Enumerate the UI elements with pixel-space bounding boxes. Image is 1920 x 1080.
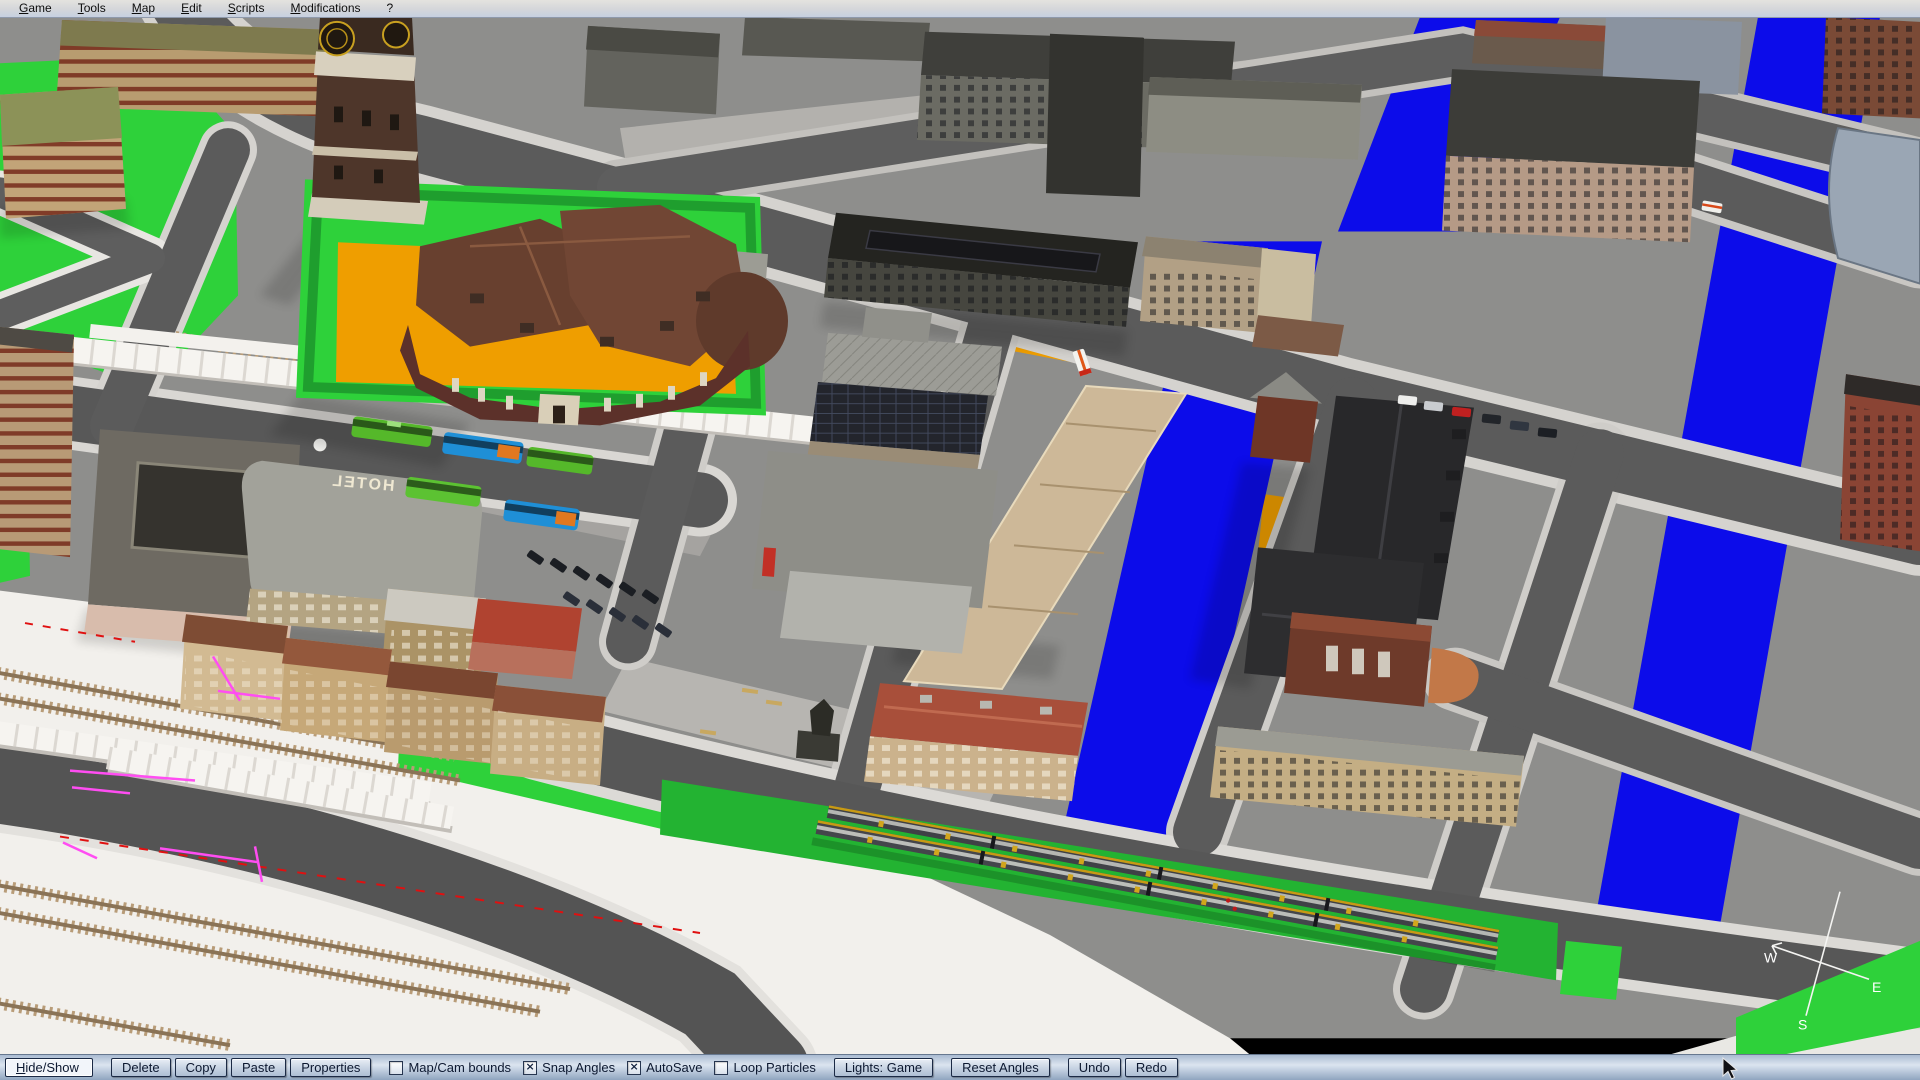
mouse-cursor-icon [1721, 1057, 1741, 1080]
hide-show-button[interactable]: Hide/Show [5, 1058, 93, 1077]
checkbox-label: Snap Angles [542, 1060, 615, 1075]
copy-button[interactable]: Copy [175, 1058, 227, 1077]
loop-particles-checkbox[interactable]: Loop Particles [714, 1060, 815, 1075]
autosave-checkbox[interactable]: × AutoSave [627, 1060, 702, 1075]
delete-button[interactable]: Delete [111, 1058, 171, 1077]
editor-toolbar: Hide/Show Delete Copy Paste Properties M… [0, 1054, 1920, 1080]
building-flat-gray [752, 451, 998, 654]
paste-button[interactable]: Paste [231, 1058, 286, 1077]
menu-tools[interactable]: Tools [65, 0, 119, 17]
checkbox-label: AutoSave [646, 1060, 702, 1075]
checkbox-box[interactable]: × [523, 1061, 537, 1075]
checkbox-box[interactable] [389, 1061, 403, 1075]
menu-help[interactable]: ? [374, 0, 407, 17]
lights-game-button[interactable]: Lights: Game [834, 1058, 933, 1077]
reset-angles-button[interactable]: Reset Angles [951, 1058, 1050, 1077]
omsi-editor-window: Game Tools Map Edit Scripts Modification… [0, 0, 1920, 1080]
checkbox-label: Loop Particles [733, 1060, 815, 1075]
checkbox-box[interactable] [714, 1061, 728, 1075]
menu-edit[interactable]: Edit [168, 0, 215, 17]
map-cam-bounds-checkbox[interactable]: Map/Cam bounds [389, 1060, 511, 1075]
menu-game[interactable]: Game [6, 0, 65, 17]
properties-button[interactable]: Properties [290, 1058, 371, 1077]
compass-west-label: W [1764, 950, 1778, 966]
building-left-hirise [0, 327, 74, 557]
map-viewport[interactable]: HOTEL [0, 17, 1920, 1055]
checkbox-box[interactable]: × [627, 1061, 641, 1075]
snap-angles-checkbox[interactable]: × Snap Angles [523, 1060, 615, 1075]
undo-button[interactable]: Undo [1068, 1058, 1121, 1077]
redo-button[interactable]: Redo [1125, 1058, 1178, 1077]
building-red-apartment [864, 683, 1088, 801]
compass-east-label: E [1872, 979, 1881, 995]
compass-south-label: S [1798, 1017, 1807, 1033]
menu-scripts[interactable]: Scripts [215, 0, 278, 17]
menu-map[interactable]: Map [119, 0, 168, 17]
menu-modifications[interactable]: Modifications [277, 0, 373, 17]
menu-bar: Game Tools Map Edit Scripts Modification… [0, 0, 1920, 18]
checkbox-label: Map/Cam bounds [408, 1060, 511, 1075]
